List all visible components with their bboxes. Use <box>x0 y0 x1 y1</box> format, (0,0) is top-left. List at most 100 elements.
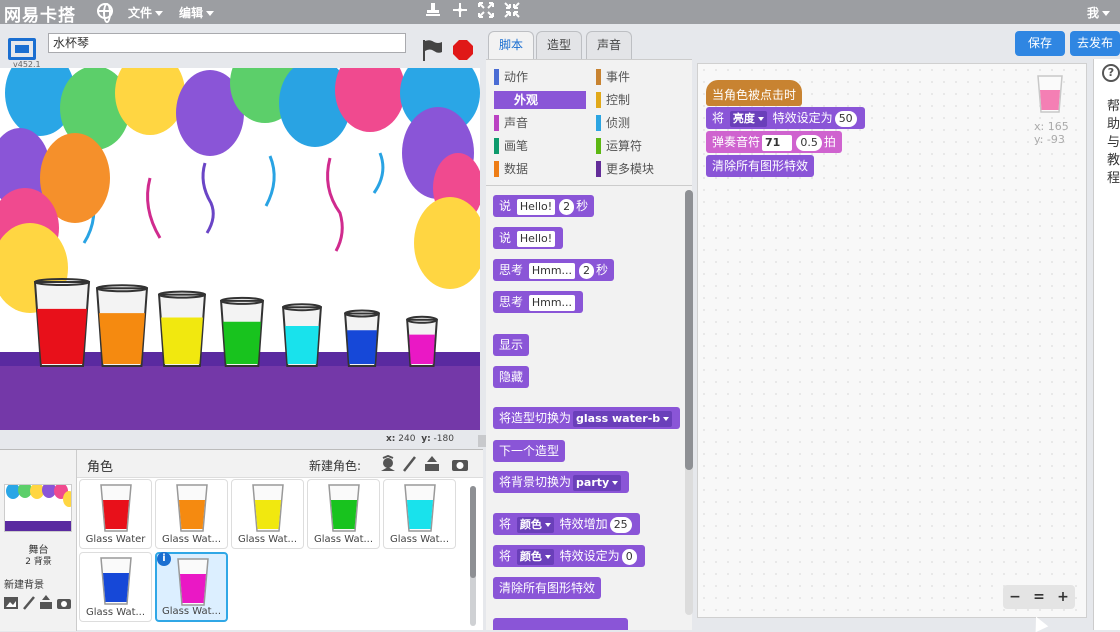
category-7[interactable]: 运算符 <box>596 137 686 155</box>
stage-glass[interactable] <box>33 278 91 367</box>
glass-icon <box>100 484 132 532</box>
globe-icon[interactable] <box>97 3 113 23</box>
category-color-swatch <box>596 92 601 108</box>
chevron-down-icon <box>206 11 215 16</box>
zoom-out-icon[interactable]: − <box>1005 587 1025 607</box>
sprite-pane: 舞台 2 背景 新建背景 角色 新建角色: Glass Water Glass W… <box>0 449 483 631</box>
palette-scrollbar[interactable] <box>685 190 693 615</box>
category-3[interactable]: 控制 <box>596 91 686 109</box>
tab-costumes[interactable]: 造型 <box>536 31 583 59</box>
stop-icon[interactable] <box>453 40 473 60</box>
category-9[interactable]: 更多模块 <box>596 160 686 178</box>
sprite-list-header: 角色 新建角色: <box>77 450 483 478</box>
sprite-list-scrollbar[interactable] <box>470 486 476 626</box>
category-2[interactable]: 外观 <box>494 91 586 109</box>
category-label: 声音 <box>504 116 529 130</box>
sprite-tile[interactable]: Glass Wat... <box>231 479 304 549</box>
category-label: 动作 <box>504 70 529 84</box>
help-icon[interactable]: ? <box>1102 64 1120 82</box>
upload-icon[interactable] <box>423 455 441 473</box>
grow-icon[interactable] <box>476 2 496 22</box>
sprite-tile[interactable]: Glass Wat... <box>383 479 456 549</box>
category-label: 控制 <box>606 93 631 107</box>
glass-icon <box>328 484 360 532</box>
camera-icon <box>57 599 71 609</box>
stage[interactable] <box>0 68 480 430</box>
category-color-swatch <box>494 115 499 131</box>
block-show[interactable]: 显示 <box>493 334 530 356</box>
green-flag-icon[interactable] <box>420 38 444 62</box>
paint-brush-icon[interactable] <box>401 455 419 473</box>
sprite-name: Glass Wat... <box>161 534 222 545</box>
glass-icon <box>176 484 208 532</box>
stage-glass[interactable] <box>406 315 438 367</box>
block-switch-backdrop[interactable]: 将背景切换为 party <box>493 471 630 493</box>
stage-glass[interactable] <box>220 296 264 367</box>
category-5[interactable]: 侦测 <box>596 114 686 132</box>
category-1[interactable]: 事件 <box>596 68 686 86</box>
block-think-for-secs[interactable]: 思考 Hmm... 2 秒 <box>493 259 615 281</box>
script-play-note[interactable]: 弹奏音符 71 0.5 拍 <box>706 131 842 153</box>
stamp-icon[interactable] <box>423 2 443 22</box>
user-menu[interactable]: 我 <box>1087 4 1111 21</box>
sprite-library-icon[interactable] <box>379 455 397 473</box>
glass-icon <box>100 557 132 605</box>
block-partial[interactable] <box>493 618 628 630</box>
category-8[interactable]: 数据 <box>494 160 586 178</box>
publish-button[interactable]: 去发布 <box>1070 31 1120 56</box>
zoom-in-icon[interactable]: + <box>1053 587 1073 607</box>
file-menu[interactable]: 文件 <box>128 4 164 21</box>
info-icon[interactable]: i <box>157 552 171 566</box>
block-next-costume[interactable]: 下一个造型 <box>493 440 566 462</box>
sprite-tile[interactable]: Glass Wat... <box>307 479 380 549</box>
zoom-reset-icon[interactable]: = <box>1029 587 1049 607</box>
script-clear-effects[interactable]: 清除所有图形特效 <box>706 155 815 177</box>
edit-menu[interactable]: 编辑 <box>179 4 215 21</box>
tab-sounds[interactable]: 声音 <box>586 31 633 59</box>
sprite-tile[interactable]: Glass Wat... <box>79 552 152 622</box>
save-button[interactable]: 保存 <box>1015 31 1065 56</box>
sprite-name: Glass Wat... <box>389 534 450 545</box>
category-label: 侦测 <box>606 116 631 130</box>
category-0[interactable]: 动作 <box>494 68 586 86</box>
collapse-handle[interactable] <box>478 435 486 447</box>
chevron-down-icon <box>155 11 164 16</box>
script-set-effect[interactable]: 将 亮度 特效设定为 50 <box>706 107 865 129</box>
project-title-input[interactable]: 水杯琴 <box>48 33 406 53</box>
category-label: 运算符 <box>606 139 643 153</box>
block-say[interactable]: 说 Hello! <box>493 227 564 249</box>
category-color-swatch <box>596 115 601 131</box>
stage-glass[interactable] <box>282 303 322 367</box>
tab-scripts[interactable]: 脚本 <box>488 31 535 60</box>
shrink-icon[interactable] <box>502 2 522 22</box>
stage-glass[interactable] <box>95 284 149 367</box>
stage-glass[interactable] <box>344 309 380 367</box>
category-label: 数据 <box>504 162 529 176</box>
stage-thumbnail[interactable] <box>4 484 72 532</box>
sprite-tile[interactable]: Glass Wat... <box>155 479 228 549</box>
category-color-swatch <box>596 138 601 154</box>
new-sprite-label: 新建角色: <box>309 459 362 473</box>
camera-icon[interactable] <box>451 455 469 473</box>
stage-coordinates: x: 240 y: -180 <box>386 434 454 444</box>
sprite-name: Glass Wat... <box>237 534 298 545</box>
fullscreen-icon[interactable] <box>8 38 36 60</box>
block-say-for-secs[interactable]: 说 Hello! 2 秒 <box>493 195 595 217</box>
block-hide[interactable]: 隐藏 <box>493 366 530 388</box>
scissors-icon[interactable] <box>450 2 470 22</box>
block-clear-effects[interactable]: 清除所有图形特效 <box>493 577 602 599</box>
category-6[interactable]: 画笔 <box>494 137 586 155</box>
block-switch-costume[interactable]: 将造型切换为 glass water-b <box>493 407 681 429</box>
help-text[interactable]: 帮助与教程 <box>1107 98 1120 188</box>
script-when-sprite-clicked[interactable]: 当角色被点击时 <box>706 80 803 106</box>
sprite-tile[interactable]: Glass Water <box>79 479 152 549</box>
block-set-effect[interactable]: 将 颜色 特效设定为 0 <box>493 545 645 567</box>
app-logo[interactable]: 网易卡搭 <box>4 1 76 26</box>
block-change-effect[interactable]: 将 颜色 特效增加 25 <box>493 513 640 535</box>
glass-icon <box>404 484 436 532</box>
stage-glass[interactable] <box>157 290 207 367</box>
category-4[interactable]: 声音 <box>494 114 586 132</box>
category-label: 更多模块 <box>606 162 655 176</box>
backdrop-tools <box>2 593 77 613</box>
block-think[interactable]: 思考 Hmm... <box>493 291 584 313</box>
